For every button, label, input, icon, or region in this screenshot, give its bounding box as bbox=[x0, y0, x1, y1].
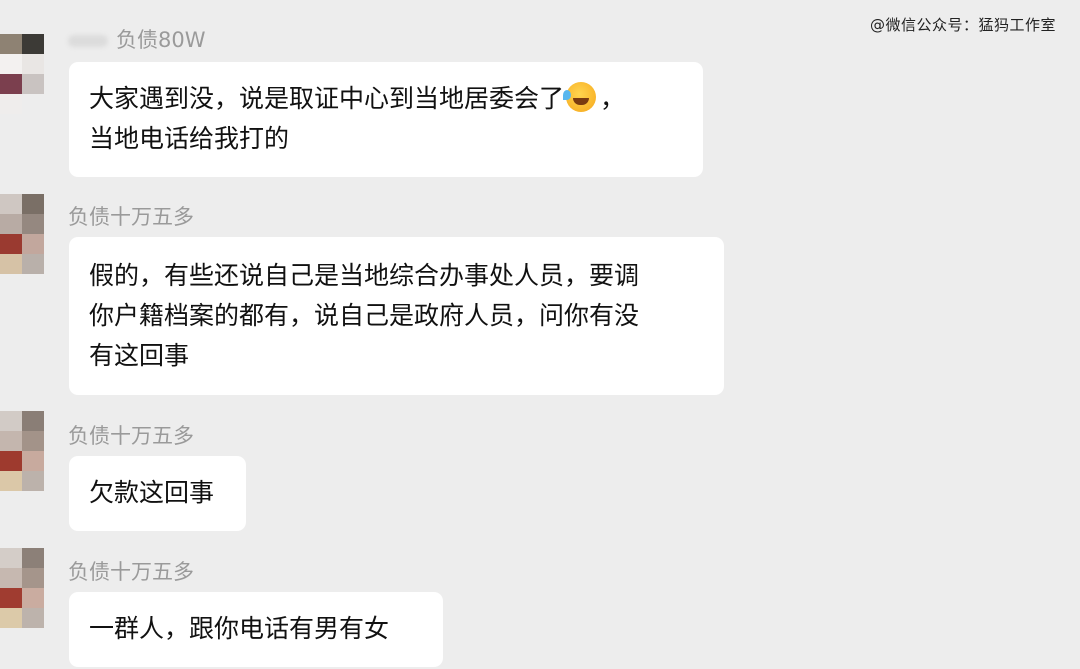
message-line: 大家遇到没，说是取证中心到当地居委会了 ， bbox=[89, 79, 683, 119]
message-text: ， bbox=[600, 84, 626, 113]
message-bubble[interactable]: 一群人，跟你电话有男有女 bbox=[69, 592, 443, 667]
sender-name: 负债80W bbox=[68, 24, 206, 54]
sender-name: 负债十万五多 bbox=[68, 560, 194, 584]
message-line: 一群人，跟你电话有男有女 bbox=[89, 614, 390, 643]
message-line: 有这回事 bbox=[89, 341, 190, 370]
message-line: 假的，有些还说自己是当地综合办事处人员，要调 bbox=[89, 261, 640, 290]
avatar[interactable] bbox=[0, 194, 44, 274]
message-line: 欠款这回事 bbox=[89, 478, 215, 507]
message-bubble[interactable]: 欠款这回事 bbox=[69, 456, 246, 531]
avatar[interactable] bbox=[0, 34, 44, 114]
blurred-name-prefix bbox=[68, 35, 108, 47]
message-line: 当地电话给我打的 bbox=[89, 124, 290, 153]
message-text: 大家遇到没，说是取证中心到当地居委会了 bbox=[89, 84, 565, 113]
laughing-crying-emoji-icon bbox=[563, 82, 597, 112]
sender-name: 负债十万五多 bbox=[68, 205, 194, 229]
sender-name-text: 负债80W bbox=[116, 28, 206, 52]
watermark-text: @微信公众号：猛犸工作室 bbox=[869, 16, 1056, 34]
avatar[interactable] bbox=[0, 548, 44, 628]
avatar[interactable] bbox=[0, 411, 44, 491]
message-bubble[interactable]: 假的，有些还说自己是当地综合办事处人员，要调 你户籍档案的都有，说自己是政府人员… bbox=[69, 237, 724, 395]
message-line: 你户籍档案的都有，说自己是政府人员，问你有没 bbox=[89, 301, 640, 330]
sender-name: 负债十万五多 bbox=[68, 424, 194, 448]
message-bubble[interactable]: 大家遇到没，说是取证中心到当地居委会了 ， 当地电话给我打的 bbox=[69, 62, 703, 177]
